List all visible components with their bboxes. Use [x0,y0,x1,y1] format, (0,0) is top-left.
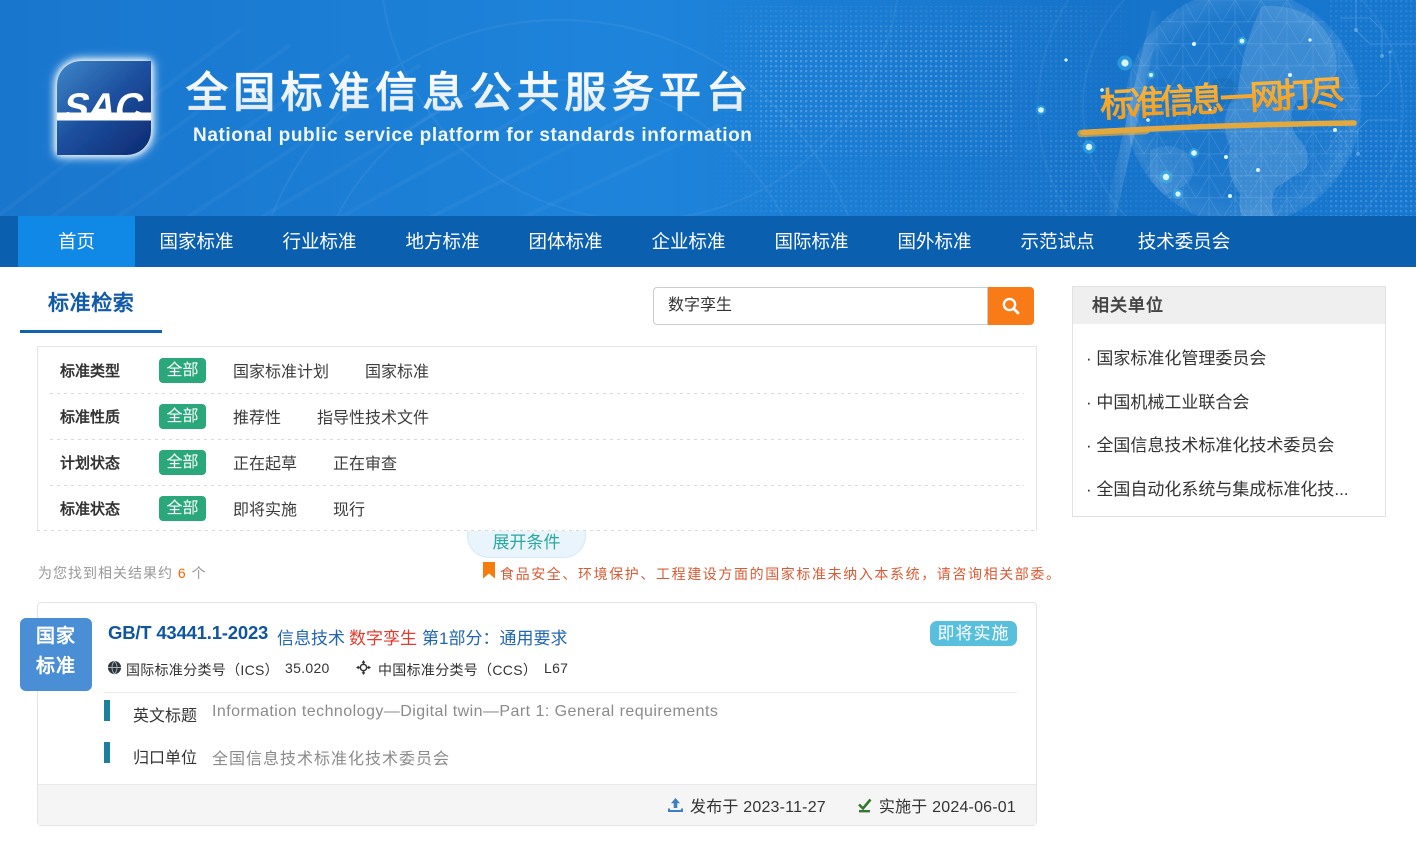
svg-text:National public service platfo: National public service platform for sta… [193,125,753,146]
svg-text:SAC: SAC [59,86,148,128]
svg-text:全国标准信息公共服务平台: 全国标准信息公共服务平台 [185,69,754,116]
